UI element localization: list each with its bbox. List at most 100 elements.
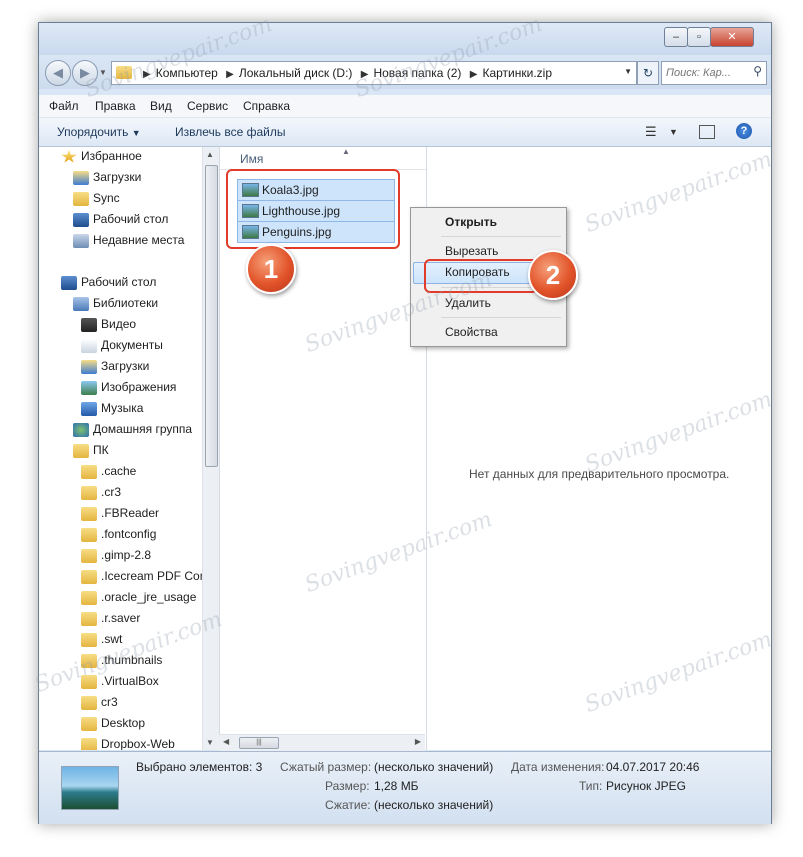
nav-item[interactable]: Видео [81, 317, 136, 337]
size-label: Размер: [325, 779, 370, 793]
ctx-delete[interactable]: Удалить [445, 296, 491, 310]
recent-pages-dropdown[interactable]: ▼ [99, 68, 107, 77]
nav-item[interactable]: .oracle_jre_usage [81, 590, 196, 610]
compressed-size-label: Сжатый размер: [280, 760, 372, 774]
scroll-up-icon[interactable]: ▲ [206, 150, 214, 159]
scroll-left-icon[interactable]: ◀ [223, 737, 229, 746]
sort-arrow-icon: ▲ [342, 147, 350, 156]
search-box[interactable]: ⚲ [661, 61, 767, 85]
nav-item[interactable]: Рабочий стол [73, 212, 168, 232]
nav-item[interactable]: Избранное [61, 149, 142, 169]
view-dropdown-icon[interactable]: ▼ [669, 127, 678, 137]
nav-item[interactable]: Домашняя группа [73, 422, 192, 442]
menu-file[interactable]: Файл [49, 99, 79, 113]
search-icon[interactable]: ⚲ [753, 64, 762, 78]
folder-icon [81, 590, 97, 605]
compressed-size-value: (несколько значений) [374, 760, 494, 774]
nav-item[interactable]: Desktop [81, 716, 145, 736]
nav-item[interactable]: Недавние места [73, 233, 184, 253]
view-options-icon[interactable]: ☰ [645, 124, 657, 140]
step-2-badge: 2 [528, 250, 578, 300]
nav-item[interactable]: Рабочий стол [61, 275, 156, 295]
folder-icon [81, 485, 97, 500]
nav-item[interactable]: .VirtualBox [81, 674, 159, 694]
nav-item[interactable]: cr3 [81, 695, 118, 715]
folder-icon [81, 695, 97, 710]
scrollbar-thumb[interactable] [205, 165, 218, 467]
compression-value: (несколько значений) [374, 798, 494, 812]
folder-icon [81, 632, 97, 647]
nav-item[interactable]: Музыка [81, 401, 143, 421]
menu-edit[interactable]: Правка [95, 99, 136, 113]
maximize-button[interactable]: ▫ [687, 27, 711, 47]
menu-tools[interactable]: Сервис [187, 99, 228, 113]
nav-item-label: Недавние места [93, 233, 185, 247]
compression-label: Сжатие: [325, 798, 371, 812]
minimize-button[interactable]: – [664, 27, 688, 47]
nav-item[interactable]: Загрузки [81, 359, 149, 379]
title-bar: – ▫ ✕ [39, 23, 771, 55]
refresh-button[interactable]: ↻ [637, 61, 659, 85]
preview-pane-icon[interactable] [699, 125, 715, 139]
nav-item-label: .Icecream PDF Con [101, 569, 207, 583]
crumb-computer[interactable]: Компьютер [156, 66, 218, 80]
nav-item[interactable]: .FBReader [81, 506, 159, 526]
organize-button[interactable]: Упорядочить ▼ [57, 125, 141, 139]
menu-view[interactable]: Вид [150, 99, 172, 113]
nav-item-label: Музыка [101, 401, 144, 415]
extract-all-button[interactable]: Извлечь все файлы [175, 125, 285, 139]
nav-item[interactable]: .cache [81, 464, 136, 484]
explorer-window: – ▫ ✕ ◀ ▶ ▼ ▶ Компьютер ▶ Локальный диск (… [38, 22, 772, 824]
scroll-right-icon[interactable]: ▶ [415, 737, 421, 746]
menu-help[interactable]: Справка [243, 99, 290, 113]
nav-item-label: .swt [101, 632, 123, 646]
address-bar[interactable]: ▶ Компьютер ▶ Локальный диск (D:) ▶ Новая п… [111, 61, 637, 85]
crumb-zip[interactable]: Картинки.zip [482, 66, 552, 80]
navigation-pane: Избранное Загрузки Sync Рабочий стол Недавни… [39, 147, 217, 750]
back-button[interactable]: ◀ [45, 60, 71, 86]
nav-item[interactable]: Библиотеки [73, 296, 158, 316]
nav-item[interactable]: .Icecream PDF Con [81, 569, 206, 589]
modified-value: 04.07.2017 20:46 [606, 760, 700, 774]
nav-item[interactable]: .fontconfig [81, 527, 156, 547]
nav-item[interactable]: ПК [73, 443, 109, 463]
nav-scrollbar[interactable]: ▲ ▼ [202, 147, 219, 750]
libraries-icon [73, 296, 89, 311]
nav-item-label: Библиотеки [93, 296, 159, 310]
nav-item-label: Рабочий стол [81, 275, 157, 289]
file-hscrollbar[interactable]: ◀ ||| ▶ [219, 734, 425, 751]
copy-highlight-box [424, 259, 538, 293]
nav-item[interactable]: .thumbnails [81, 653, 162, 673]
nav-item[interactable]: Sync [73, 191, 120, 211]
nav-item-label: .cr3 [101, 485, 122, 499]
search-input[interactable] [664, 64, 748, 82]
ctx-open[interactable]: Открыть [445, 215, 497, 229]
ctx-properties[interactable]: Свойства [445, 325, 498, 339]
nav-item-label: Домашняя группа [93, 422, 193, 436]
nav-item[interactable]: .swt [81, 632, 122, 652]
nav-item[interactable]: .gimp-2.8 [81, 548, 151, 568]
crumb-disk-d[interactable]: Локальный диск (D:) [239, 66, 353, 80]
ctx-cut[interactable]: Вырезать [445, 244, 498, 258]
nav-item-label: Dropbox-Web [101, 737, 175, 750]
nav-item[interactable]: Dropbox-Web [81, 737, 175, 750]
address-dropdown-icon[interactable]: ▼ [624, 67, 632, 76]
homegroup-icon [73, 422, 89, 437]
nav-item[interactable]: Загрузки [73, 170, 141, 190]
nav-item[interactable]: .r.saver [81, 611, 140, 631]
nav-item[interactable]: .cr3 [81, 485, 121, 505]
column-header-name[interactable]: Имя ▲ [220, 147, 426, 170]
folder-icon [81, 674, 97, 689]
downloads-icon [73, 170, 89, 185]
nav-item-label: Видео [101, 317, 137, 331]
folder-icon [81, 548, 97, 563]
nav-item[interactable]: Документы [81, 338, 163, 358]
forward-button[interactable]: ▶ [72, 60, 98, 86]
selection-thumbnail [61, 766, 119, 810]
scrollbar-thumb[interactable]: ||| [239, 737, 279, 749]
close-button[interactable]: ✕ [710, 27, 754, 47]
nav-item[interactable]: Изображения [81, 380, 176, 400]
help-icon[interactable]: ? [736, 123, 752, 139]
scroll-down-icon[interactable]: ▼ [206, 738, 214, 747]
crumb-new-folder[interactable]: Новая папка (2) [373, 66, 461, 80]
